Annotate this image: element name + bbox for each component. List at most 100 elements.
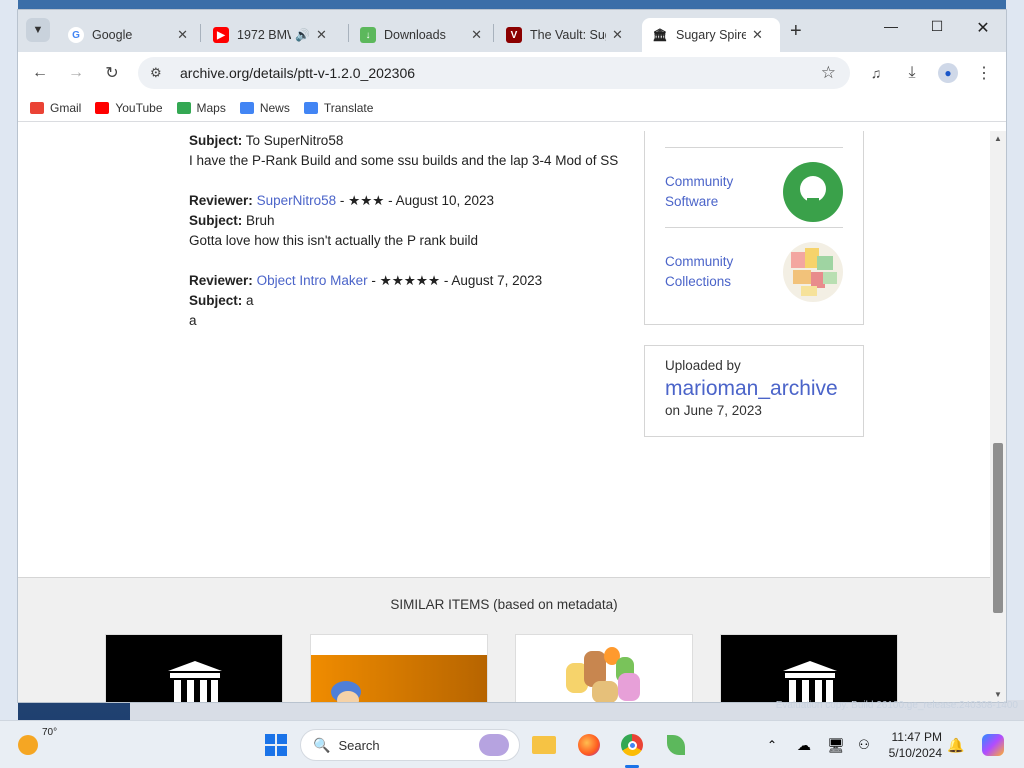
windows-start-icon	[265, 734, 287, 756]
bookmark-label: Gmail	[50, 100, 82, 115]
file-explorer-button[interactable]	[530, 731, 558, 759]
back-button[interactable]: ←	[28, 61, 52, 85]
tab-title: Downloads	[384, 28, 446, 42]
similar-item[interactable]	[105, 634, 283, 702]
tab-search-button[interactable]: ▼	[26, 18, 50, 42]
taskbar: 70° 🔍 Search ⌃ ☁ 🖥 ⚇ 11:47 PM 5/10/2024 …	[0, 720, 1024, 768]
community-collections-label[interactable]: Community Collections	[665, 252, 733, 292]
onedrive-icon[interactable]: ☁	[792, 731, 816, 759]
tray-overflow-icon[interactable]: ⌃	[762, 731, 782, 759]
chrome-button[interactable]	[618, 731, 646, 759]
community-software-label[interactable]: Community Software	[665, 172, 733, 212]
address-bar[interactable]: ⚙ archive.org/details/ptt-v-1.2.0_202306…	[138, 57, 850, 89]
archive-icon: 🏛	[652, 28, 668, 42]
scrollbar-thumb[interactable]	[993, 443, 1003, 613]
google-icon: G	[68, 27, 84, 43]
close-icon[interactable]: ✕	[471, 27, 482, 43]
review-body: a	[189, 313, 197, 328]
bookmark-maps[interactable]: Maps	[176, 101, 226, 115]
scroll-down-icon[interactable]: ▼	[994, 690, 1002, 699]
reload-button[interactable]: ↻	[100, 61, 124, 85]
translate-icon	[303, 101, 318, 114]
upload-date: on June 7, 2023	[665, 403, 762, 418]
vault-icon: V	[506, 27, 522, 43]
reviewer-link[interactable]: Object Intro Maker	[257, 273, 368, 288]
close-icon[interactable]: ✕	[752, 27, 763, 43]
weather-moon-icon	[18, 735, 38, 755]
close-icon[interactable]: ✕	[177, 27, 188, 43]
review-subject: Bruh	[246, 213, 275, 228]
folder-icon	[532, 736, 556, 754]
characters-thumbnail	[556, 645, 656, 702]
tab-downloads[interactable]: ↓ Downloads ✕	[350, 18, 492, 52]
bookmark-star-icon[interactable]: ☆	[821, 63, 836, 83]
review-meta: - ★★★★★ - August 7, 2023	[367, 273, 543, 288]
review-meta: - ★★★ - August 10, 2023	[336, 193, 494, 208]
tab-title: 1972 BMW	[237, 28, 291, 42]
reviewer-label: Reviewer:	[189, 193, 253, 208]
media-control-icon[interactable]: ♫	[864, 61, 888, 85]
app-button[interactable]	[662, 731, 690, 759]
notification-bell-icon[interactable]: 🔔	[946, 731, 966, 759]
tab-sugary-spire[interactable]: 🏛 Sugary Spire ✕	[642, 18, 780, 52]
community-collections-link[interactable]: Community Collections	[665, 227, 843, 307]
speaker-icon[interactable]: 🔊	[295, 28, 310, 42]
similar-item[interactable]	[310, 634, 488, 702]
taskbar-search[interactable]: 🔍 Search	[300, 729, 520, 761]
uploader-link[interactable]: marioman_archive	[665, 377, 843, 401]
desktop-left-edge	[0, 0, 18, 720]
tab-google[interactable]: G Google ✕	[58, 18, 198, 52]
review-subject: a	[246, 293, 254, 308]
minimize-button[interactable]: —	[868, 18, 914, 34]
bookmark-news[interactable]: News	[239, 101, 290, 115]
copilot-button[interactable]	[980, 731, 1006, 759]
network-icon[interactable]: ⚇	[852, 731, 876, 759]
address-url[interactable]: archive.org/details/ptt-v-1.2.0_202306	[180, 65, 415, 81]
close-icon[interactable]: ✕	[612, 27, 623, 43]
subject-label: Subject:	[189, 133, 243, 148]
clock-date: 5/10/2024	[888, 746, 942, 760]
archive-icon	[783, 661, 837, 702]
community-software-link[interactable]: Community Software	[665, 147, 843, 227]
window-close-button[interactable]: ✕	[960, 18, 1006, 38]
site-info-icon[interactable]: ⚙	[150, 65, 170, 81]
system-clock[interactable]: 11:47 PM 5/10/2024	[889, 729, 942, 761]
tab-title: The Vault: Sug	[530, 28, 606, 42]
similar-item[interactable]	[720, 634, 898, 702]
close-icon[interactable]: ✕	[316, 27, 327, 43]
bookmark-youtube[interactable]: YouTube	[95, 101, 163, 115]
page-scrollbar[interactable]: ▲ ▼	[990, 131, 1006, 702]
subject-label: Subject:	[189, 213, 243, 228]
bookmark-translate[interactable]: Translate	[303, 100, 374, 115]
review-subject: To SuperNitro58	[245, 133, 344, 148]
scroll-up-icon[interactable]: ▲	[994, 134, 1002, 143]
tab-title: Sugary Spire	[676, 28, 746, 42]
copilot-icon	[982, 734, 1004, 756]
new-tab-button[interactable]: +	[790, 20, 802, 43]
weather-temp: 70°	[42, 727, 58, 738]
maximize-button[interactable]: ☐	[914, 18, 960, 35]
start-button[interactable]	[262, 731, 290, 759]
similar-item[interactable]	[515, 634, 693, 702]
downloads-button[interactable]: ⤓	[900, 61, 924, 85]
tab-youtube[interactable]: ▶ 1972 BMW 🔊 ✕	[203, 18, 348, 52]
forward-button[interactable]: →	[64, 61, 88, 85]
youtube-icon: ▶	[213, 27, 229, 43]
display-icon[interactable]: 🖥	[824, 731, 848, 759]
game-art-thumbnail	[311, 655, 487, 702]
weather-widget[interactable]: 70°	[18, 727, 78, 759]
tab-vault[interactable]: V The Vault: Sug ✕	[496, 18, 638, 52]
firefox-button[interactable]	[575, 731, 603, 759]
profile-icon[interactable]: ●	[936, 61, 960, 85]
search-icon: 🔍	[313, 736, 331, 753]
bookmark-gmail[interactable]: Gmail	[30, 101, 81, 115]
bookmark-label: Translate	[323, 100, 374, 115]
page-content: Subject: To SuperNitro58 I have the P-Ra…	[18, 131, 990, 702]
similar-items-heading: SIMILAR ITEMS (based on metadata)	[390, 597, 618, 612]
search-placeholder: Search	[338, 737, 380, 753]
app-leaf-icon	[667, 735, 685, 755]
bookmarks-bar: Gmail YouTube Maps News Translate	[18, 94, 1006, 122]
reviewer-link[interactable]: SuperNitro58	[257, 193, 337, 208]
menu-kebab-icon[interactable]: ⋮	[972, 61, 996, 85]
archive-icon	[168, 661, 222, 702]
